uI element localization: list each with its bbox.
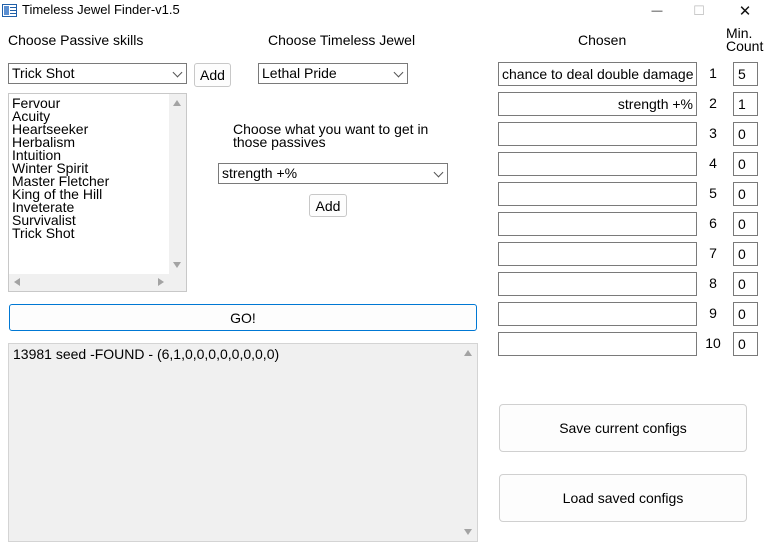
timeless-jewel-selected: Lethal Pride <box>262 65 337 81</box>
count-field[interactable]: 0 <box>733 212 758 236</box>
scroll-down-icon[interactable] <box>464 529 472 535</box>
chevron-down-icon <box>172 67 183 78</box>
row-number: 4 <box>709 155 717 171</box>
list-item[interactable]: Trick Shot <box>12 226 75 240</box>
title-bar: Timeless Jewel Finder-v1.5 — ☐ ✕ <box>0 0 766 22</box>
app-icon <box>2 4 17 17</box>
horizontal-scrollbar[interactable] <box>9 274 186 291</box>
chosen-field[interactable] <box>498 182 697 206</box>
scroll-up-icon[interactable] <box>464 350 472 356</box>
chosen-heading: Chosen <box>578 32 627 48</box>
count-field[interactable]: 0 <box>733 242 758 266</box>
scroll-down-icon[interactable] <box>173 262 181 268</box>
count-field[interactable]: 1 <box>733 92 758 116</box>
maximize-button[interactable]: ☐ <box>676 0 722 22</box>
chevron-down-icon <box>433 167 444 178</box>
stat-selected: strength +% <box>222 165 298 181</box>
chosen-field[interactable] <box>498 242 697 266</box>
result-vertical-scrollbar[interactable] <box>460 344 477 541</box>
row-number: 7 <box>709 245 717 261</box>
passive-skills-heading: Choose Passive skills <box>8 32 144 48</box>
count-field[interactable]: 0 <box>733 152 758 176</box>
row-number: 6 <box>709 215 717 231</box>
result-text: 13981 seed -FOUND - (6,1,0,0,0,0,0,0,0,0… <box>13 346 280 362</box>
chosen-field[interactable] <box>498 302 697 326</box>
chevron-down-icon <box>393 67 404 78</box>
scroll-left-icon[interactable] <box>14 278 20 286</box>
close-button[interactable]: ✕ <box>722 0 766 22</box>
count-field[interactable]: 5 <box>733 62 758 86</box>
count-field[interactable]: 0 <box>733 272 758 296</box>
close-icon: ✕ <box>738 3 752 20</box>
window-title: Timeless Jewel Finder-v1.5 <box>22 2 180 17</box>
passive-skill-selected: Trick Shot <box>12 65 75 81</box>
count-field[interactable]: 0 <box>733 332 758 356</box>
min-count-heading: Min. Count <box>726 25 764 54</box>
count-field[interactable]: 0 <box>733 182 758 206</box>
passive-skills-listbox[interactable]: Fervour Acuity Heartseeker Herbalism Int… <box>8 93 187 292</box>
scroll-right-icon[interactable] <box>158 278 164 286</box>
row-number: 2 <box>709 95 717 111</box>
timeless-jewel-heading: Choose Timeless Jewel <box>268 32 416 48</box>
chosen-field[interactable]: strength +% <box>498 92 697 116</box>
row-number: 10 <box>705 335 721 351</box>
chosen-field[interactable] <box>498 212 697 236</box>
passive-skill-dropdown[interactable]: Trick Shot <box>8 63 187 84</box>
count-field[interactable]: 0 <box>733 302 758 326</box>
row-number: 1 <box>709 65 717 81</box>
add-passive-button[interactable]: Add <box>194 63 231 87</box>
stat-dropdown[interactable]: strength +% <box>218 163 448 184</box>
go-button[interactable]: GO! <box>9 304 477 331</box>
minimize-icon: — <box>651 5 663 17</box>
vertical-scrollbar[interactable] <box>169 94 186 274</box>
chosen-field[interactable] <box>498 332 697 356</box>
result-output[interactable]: 13981 seed -FOUND - (6,1,0,0,0,0,0,0,0,0… <box>8 343 478 542</box>
row-number: 8 <box>709 275 717 291</box>
stat-prompt-label: Choose what you want to get in those pas… <box>233 121 429 150</box>
chosen-field[interactable] <box>498 152 697 176</box>
maximize-icon: ☐ <box>693 3 705 18</box>
chosen-field[interactable] <box>498 122 697 146</box>
count-field[interactable]: 0 <box>733 122 758 146</box>
load-configs-button[interactable]: Load saved configs <box>499 474 747 522</box>
scroll-up-icon[interactable] <box>173 100 181 106</box>
timeless-jewel-dropdown[interactable]: Lethal Pride <box>258 63 408 84</box>
row-number: 9 <box>709 305 717 321</box>
row-number: 5 <box>709 185 717 201</box>
chosen-field[interactable]: chance to deal double damage <box>498 62 697 86</box>
minimize-button[interactable]: — <box>634 0 680 22</box>
add-stat-button[interactable]: Add <box>309 194 347 217</box>
save-configs-button[interactable]: Save current configs <box>499 404 747 452</box>
row-number: 3 <box>709 125 717 141</box>
chosen-field[interactable] <box>498 272 697 296</box>
